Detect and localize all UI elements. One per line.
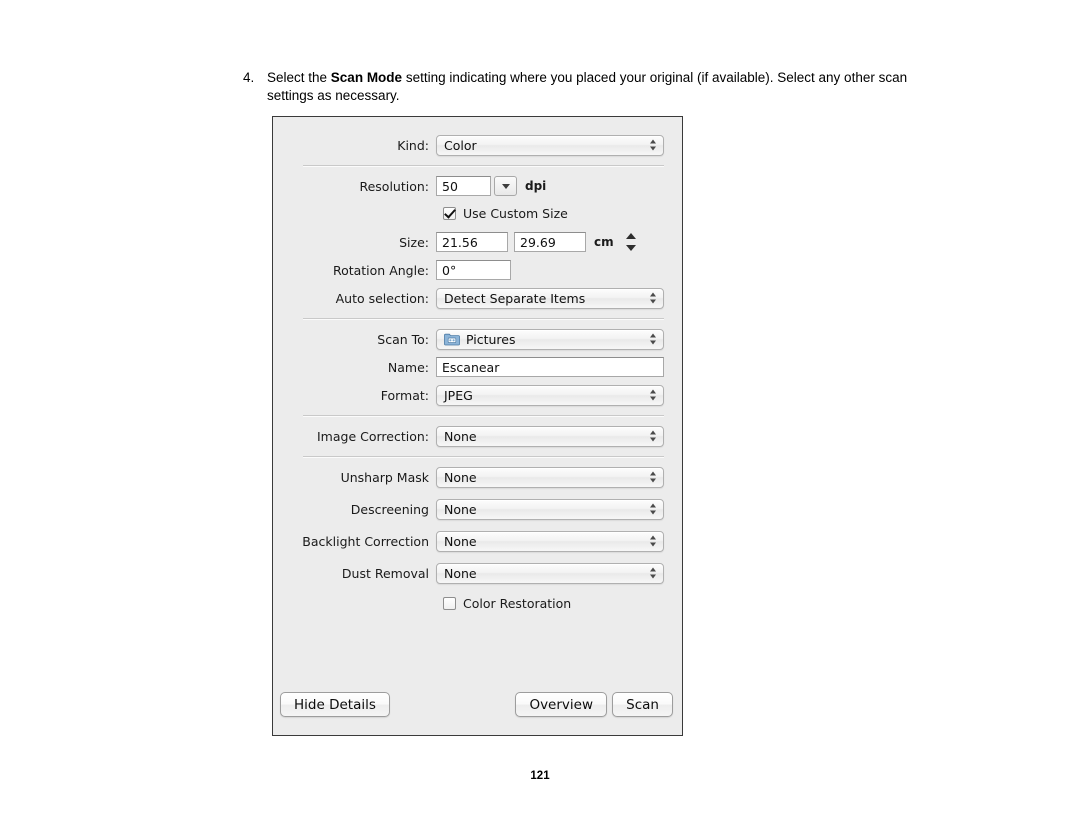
image-correction-select[interactable]: None <box>436 425 664 447</box>
separator-3 <box>303 415 664 416</box>
backlight-correction-row: Backlight Correction None <box>273 530 682 552</box>
image-correction-row: Image Correction: None <box>273 425 682 447</box>
rotation-angle-label: Rotation Angle: <box>332 262 429 278</box>
resolution-unit: dpi <box>525 179 547 193</box>
auto-selection-label: Auto selection: <box>335 290 429 306</box>
size-label: Size: <box>399 234 429 250</box>
unsharp-mask-row: Unsharp Mask None <box>273 466 682 488</box>
kind-value: Color <box>444 137 477 153</box>
size-height-value: 29.69 <box>520 234 556 250</box>
backlight-correction-select[interactable]: None <box>436 530 664 552</box>
color-restoration-label: Color Restoration <box>463 595 572 611</box>
rotation-angle-input[interactable]: 0° <box>436 260 511 280</box>
chevron-down-icon[interactable] <box>494 176 517 196</box>
use-custom-size-row: Use Custom Size <box>273 203 682 223</box>
name-input[interactable]: Escanear <box>436 357 664 377</box>
auto-selection-row: Auto selection: Detect Separate Items <box>273 287 682 309</box>
use-custom-size-checkbox[interactable] <box>443 206 456 220</box>
dust-removal-row: Dust Removal None <box>273 562 682 584</box>
descreening-select[interactable]: None <box>436 498 664 520</box>
dialog-button-bar: Hide Details Overview Scan <box>273 692 682 718</box>
overview-button[interactable]: Overview <box>515 692 607 717</box>
use-custom-size-label: Use Custom Size <box>463 205 568 221</box>
size-row: Size: 21.56 29.69 cm <box>273 231 682 253</box>
auto-selection-select[interactable]: Detect Separate Items <box>436 287 664 309</box>
size-width-input[interactable]: 21.56 <box>436 232 508 252</box>
pictures-folder-icon <box>444 333 460 346</box>
size-width-value: 21.56 <box>442 234 478 250</box>
step-text-before: Select the <box>267 70 331 85</box>
descreening-label: Descreening <box>350 501 429 517</box>
page-number: 121 <box>530 770 550 782</box>
rotation-angle-value: 0° <box>442 262 457 278</box>
separator-1 <box>303 165 664 166</box>
color-restoration-row: Color Restoration <box>273 593 682 613</box>
scan-to-row: Scan To: Pictures <box>273 328 682 350</box>
resolution-value: 50 <box>442 178 458 194</box>
format-select[interactable]: JPEG <box>436 384 664 406</box>
backlight-correction-label: Backlight Correction <box>302 533 429 549</box>
descreening-value: None <box>444 501 477 517</box>
auto-selection-value: Detect Separate Items <box>444 290 586 306</box>
name-row: Name: Escanear <box>273 356 682 378</box>
hide-details-button[interactable]: Hide Details <box>280 692 390 717</box>
separator-2 <box>303 318 664 319</box>
step-paragraph: 4. Select the Scan Mode setting indicati… <box>243 69 908 105</box>
resolution-input[interactable]: 50 <box>436 176 491 196</box>
updown-arrows-icon <box>650 333 657 346</box>
image-correction-label: Image Correction: <box>317 428 429 444</box>
updown-arrows-icon <box>650 430 657 443</box>
dust-removal-value: None <box>444 565 477 581</box>
dust-removal-label: Dust Removal <box>341 565 429 581</box>
scan-to-value: Pictures <box>466 331 516 347</box>
dust-removal-select[interactable]: None <box>436 562 664 584</box>
updown-arrows-icon <box>650 471 657 484</box>
step-number: 4. <box>243 70 255 85</box>
size-unit-stepper[interactable] <box>625 233 637 251</box>
resolution-row: Resolution: 50 dpi <box>273 175 682 197</box>
size-height-input[interactable]: 29.69 <box>514 232 586 252</box>
color-restoration-checkbox[interactable] <box>443 596 456 610</box>
descreening-row: Descreening None <box>273 498 682 520</box>
scan-to-select[interactable]: Pictures <box>436 328 664 350</box>
separator-4 <box>303 456 664 457</box>
updown-arrows-icon <box>650 503 657 516</box>
resolution-label: Resolution: <box>359 178 429 194</box>
updown-arrows-icon <box>650 567 657 580</box>
step-text-emphasis: Scan Mode <box>330 70 403 85</box>
format-row: Format: JPEG <box>273 384 682 406</box>
updown-arrows-icon <box>650 389 657 402</box>
updown-arrows-icon <box>650 292 657 305</box>
kind-select[interactable]: Color <box>436 134 664 156</box>
scan-settings-dialog: Kind: Color Resolution: 50 dpi Use Custo… <box>272 116 683 736</box>
unsharp-mask-label: Unsharp Mask <box>340 469 429 485</box>
scan-to-label: Scan To: <box>377 331 429 347</box>
size-unit: cm <box>594 235 614 249</box>
name-label: Name: <box>387 359 429 375</box>
name-value: Escanear <box>442 359 500 375</box>
step-body: Select the Scan Mode setting indicating … <box>267 69 908 105</box>
updown-arrows-icon <box>650 535 657 548</box>
unsharp-mask-value: None <box>444 469 477 485</box>
rotation-angle-row: Rotation Angle: 0° <box>273 259 682 281</box>
unsharp-mask-select[interactable]: None <box>436 466 664 488</box>
kind-row: Kind: Color <box>273 134 682 156</box>
updown-arrows-icon <box>650 139 657 152</box>
kind-label: Kind: <box>397 137 429 153</box>
backlight-correction-value: None <box>444 533 477 549</box>
resolution-combo[interactable]: 50 <box>436 176 517 196</box>
scan-button[interactable]: Scan <box>612 692 673 717</box>
format-label: Format: <box>380 387 429 403</box>
format-value: JPEG <box>444 387 473 403</box>
image-correction-value: None <box>444 428 477 444</box>
